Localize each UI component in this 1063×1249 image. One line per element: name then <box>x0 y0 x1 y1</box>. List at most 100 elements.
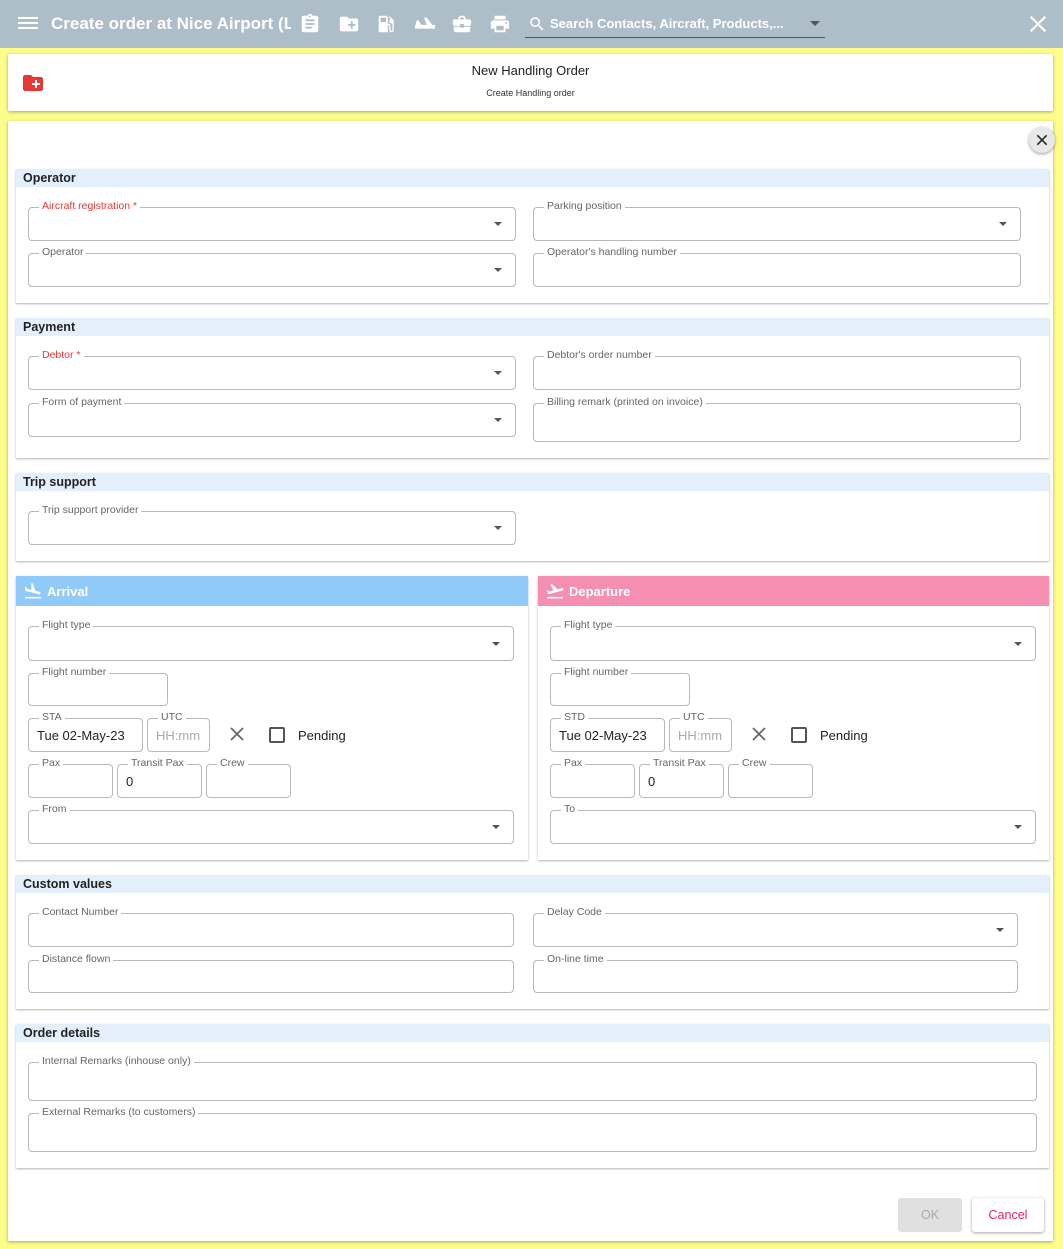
departure-flight-number-field[interactable]: Flight number <box>550 666 690 706</box>
chevron-down-icon <box>996 928 1004 932</box>
field-label: Operator <box>39 246 87 259</box>
section-heading: Trip support <box>16 473 1049 491</box>
field-label: Flight number <box>39 666 110 679</box>
field-label: Flight number <box>561 666 632 679</box>
airplane-icon[interactable] <box>411 12 437 36</box>
internal-remarks-field[interactable]: Internal Remarks (inhouse only) <box>28 1055 1037 1101</box>
departure-pax-field[interactable]: Pax <box>550 757 635 798</box>
checkbox-label: Pending <box>298 728 346 743</box>
arrival-pending-checkbox[interactable] <box>269 727 285 743</box>
plane-landing-icon <box>25 583 41 599</box>
arrival-transit-pax-field[interactable]: Transit Pax 0 <box>117 757 202 798</box>
field-label: Pax <box>561 757 586 770</box>
close-icon[interactable] <box>1027 13 1049 35</box>
aircraft-registration-select[interactable]: Aircraft registration * <box>28 200 516 241</box>
field-label: Contact Number <box>39 906 122 919</box>
print-icon[interactable] <box>487 12 513 36</box>
departure-utc-time-field[interactable]: UTC HH:mm <box>669 711 732 752</box>
field-label: Debtor * <box>39 349 84 362</box>
section-heading: Operator <box>16 169 1049 187</box>
arrival-crew-field[interactable]: Crew <box>206 757 291 798</box>
chevron-down-icon <box>492 641 500 646</box>
section-heading: Payment <box>16 318 1049 336</box>
section-heading: Order details <box>16 1024 1049 1042</box>
cancel-button[interactable]: Cancel <box>972 1198 1044 1232</box>
field-label: From <box>39 803 70 816</box>
clear-time-icon[interactable] <box>750 725 768 743</box>
arrival-from-select[interactable]: From <box>28 803 514 844</box>
form-of-payment-select[interactable]: Form of payment <box>28 396 516 437</box>
fuel-icon[interactable] <box>373 12 399 36</box>
folder-plus-icon[interactable] <box>336 12 362 36</box>
field-label: Transit Pax <box>128 757 187 770</box>
departure-heading: Departure <box>538 576 1049 606</box>
close-icon <box>1036 134 1048 146</box>
clipboard-icon[interactable] <box>297 12 323 36</box>
menu-icon[interactable] <box>18 14 38 34</box>
field-label: UTC <box>680 711 708 724</box>
field-label: Flight type <box>39 619 94 632</box>
field-label: Parking position <box>544 200 625 213</box>
arrival-pax-field[interactable]: Pax <box>28 757 113 798</box>
distance-flown-field[interactable]: Distance flown <box>28 953 514 993</box>
header-card: New Handling Order Create Handling order <box>8 54 1053 111</box>
chevron-down-icon <box>494 268 502 272</box>
online-time-field[interactable]: On-line time <box>533 953 1018 993</box>
debtors-order-number-field[interactable]: Debtor's order number <box>533 349 1021 390</box>
billing-remark-field[interactable]: Billing remark (printed on invoice) <box>533 396 1021 442</box>
window-title: Create order at Nice Airport (LF... <box>51 14 291 33</box>
field-label: Pax <box>39 757 64 770</box>
field-label: UTC <box>158 711 186 724</box>
field-label: Debtor's order number <box>544 349 655 362</box>
departure-crew-field[interactable]: Crew <box>728 757 813 798</box>
chevron-down-icon[interactable] <box>810 21 820 26</box>
checkbox-label: Pending <box>820 728 868 743</box>
chevron-down-icon <box>1014 641 1022 646</box>
page-subtitle: Create Handling order <box>486 88 575 98</box>
app-bar: Create order at Nice Airport (LF... Sear… <box>0 0 1063 48</box>
field-placeholder: HH:mm <box>678 728 723 743</box>
parking-position-select[interactable]: Parking position <box>533 200 1021 241</box>
chevron-down-icon <box>494 418 502 422</box>
chevron-down-icon <box>492 825 500 829</box>
field-value: 0 <box>126 774 134 789</box>
panel-close-button[interactable] <box>1029 127 1055 153</box>
field-value: Tue 02-May-23 <box>559 728 647 743</box>
search-input[interactable]: Search Contacts, Aircraft, Products,... <box>525 10 825 38</box>
arrival-flight-number-field[interactable]: Flight number <box>28 666 168 706</box>
ok-button[interactable]: OK <box>898 1198 962 1232</box>
search-icon <box>530 16 544 30</box>
arrival-utc-time-field[interactable]: UTC HH:mm <box>147 711 210 752</box>
departure-heading-label: Departure <box>569 583 631 599</box>
arrival-flight-type-select[interactable]: Flight type <box>28 619 514 661</box>
departure-std-date-field[interactable]: STD Tue 02-May-23 <box>550 711 665 752</box>
operator-select[interactable]: Operator <box>28 246 516 287</box>
chevron-down-icon <box>494 222 502 226</box>
field-label: External Remarks (to customers) <box>39 1106 199 1119</box>
chevron-down-icon <box>494 526 502 530</box>
section-heading: Custom values <box>16 875 1049 893</box>
operators-handling-number-field[interactable]: Operator's handling number <box>533 246 1021 287</box>
briefcase-icon[interactable] <box>449 12 475 36</box>
field-label: STA <box>39 711 65 724</box>
chevron-down-icon <box>1014 825 1022 829</box>
field-label: Transit Pax <box>650 757 709 770</box>
field-value: Tue 02-May-23 <box>37 728 125 743</box>
delay-code-select[interactable]: Delay Code <box>533 906 1018 947</box>
departure-transit-pax-field[interactable]: Transit Pax 0 <box>639 757 724 798</box>
arrival-sta-date-field[interactable]: STA Tue 02-May-23 <box>28 711 143 752</box>
field-label: To <box>561 803 579 816</box>
field-label: Billing remark (printed on invoice) <box>544 396 706 409</box>
chevron-down-icon <box>494 371 502 375</box>
trip-support-provider-select[interactable]: Trip support provider <box>28 504 516 545</box>
departure-to-select[interactable]: To <box>550 803 1036 844</box>
field-label: Trip support provider <box>39 504 142 517</box>
external-remarks-field[interactable]: External Remarks (to customers) <box>28 1106 1037 1152</box>
field-label: Flight type <box>561 619 616 632</box>
departure-pending-checkbox[interactable] <box>791 727 807 743</box>
field-label: Delay Code <box>544 906 605 919</box>
departure-flight-type-select[interactable]: Flight type <box>550 619 1036 661</box>
clear-time-icon[interactable] <box>228 725 246 743</box>
debtor-select[interactable]: Debtor * <box>28 349 516 390</box>
contact-number-field[interactable]: Contact Number <box>28 906 514 947</box>
